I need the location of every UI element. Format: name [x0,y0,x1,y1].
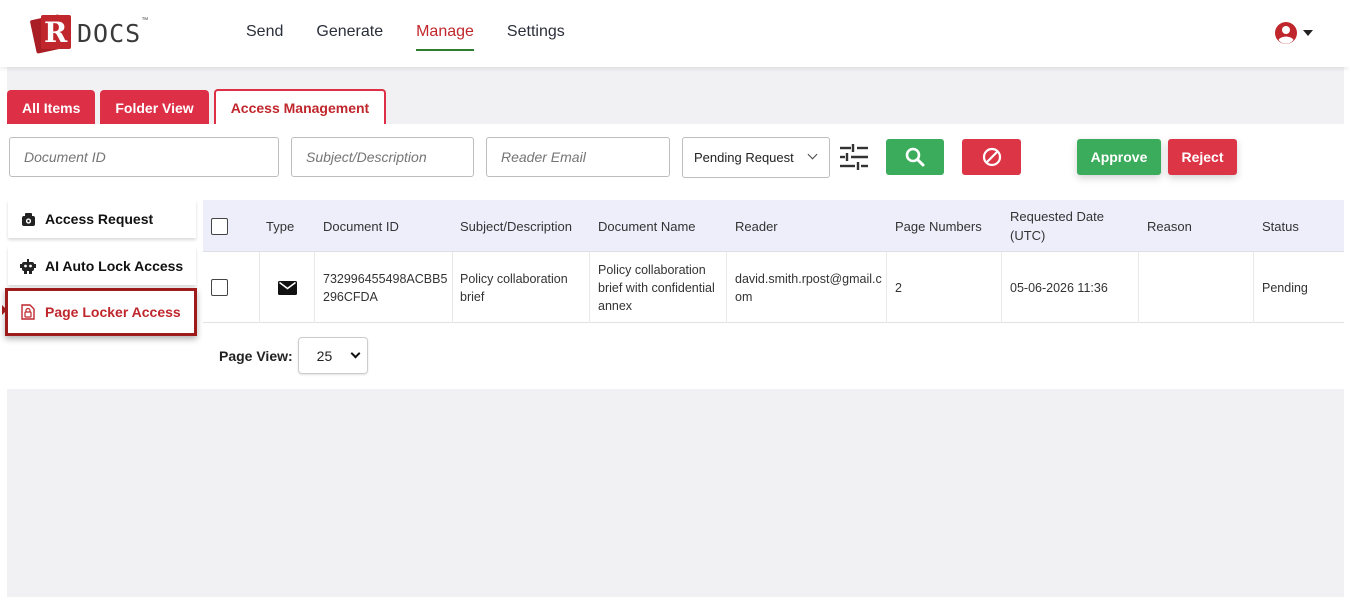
search-icon [905,147,925,167]
sidebar-item-label: Access Request [45,211,154,227]
row-checkbox[interactable] [211,279,228,296]
sidebar-item-page-locker[interactable]: Page Locker Access [5,288,197,336]
logo-text: DOCS [77,18,142,48]
subject-input[interactable] [291,137,474,177]
row-subject-cell: Policy collaboration brief [453,252,590,323]
main-nav: Send Generate Manage Settings [246,22,598,51]
filter-sliders-icon[interactable] [839,143,869,171]
document-id-input[interactable] [9,137,279,177]
lock-camera-icon [20,211,36,227]
reject-button[interactable]: Reject [1168,139,1237,175]
filter-toolbar: Pending Request Approve Reject [7,124,1344,200]
logo-trademark: ™ [141,17,149,24]
status-select[interactable]: Pending Request [682,137,830,178]
column-header-requested-date[interactable]: Requested Date (UTC) [1010,200,1104,252]
chevron-down-icon [807,149,818,160]
column-header-document-name[interactable]: Document Name [598,200,696,252]
rdocs-logo[interactable]: R DOCS ™ [29,14,149,54]
sidebar-item-label: AI Auto Lock Access [45,258,184,274]
page-size-value: 25 [316,347,333,364]
status-select-value: Pending Request [694,150,794,165]
page-size-select[interactable]: 25 [297,337,368,374]
nav-send[interactable]: Send [246,22,283,51]
column-header-reader[interactable]: Reader [735,200,778,252]
tab-all-items[interactable]: All Items [7,90,96,125]
nav-settings[interactable]: Settings [507,22,565,51]
approve-button[interactable]: Approve [1077,139,1161,175]
page-lock-icon [20,304,36,320]
table-row[interactable]: 732996455498ACBB5 296CFDA Policy collabo… [203,252,1344,323]
page-view-label: Page View: [219,347,293,364]
top-header: R DOCS ™ Send Generate Manage Settings [0,0,1349,67]
column-header-requested-date-line1: Requested Date [1010,209,1104,224]
row-status-cell: Pending [1262,280,1308,295]
robot-lock-icon [20,258,36,274]
active-indicator-arrow [2,305,7,315]
chevron-down-icon [350,348,361,359]
document-id-line: 296CFDA [323,289,378,304]
column-header-page-numbers[interactable]: Page Numbers [895,200,982,252]
requests-panel: Type Document ID Subject/Description Doc… [203,200,1344,389]
nav-manage[interactable]: Manage [416,22,474,51]
clear-filters-button[interactable] [962,139,1021,175]
column-header-reason[interactable]: Reason [1147,200,1192,252]
search-button[interactable] [886,139,944,175]
nav-generate[interactable]: Generate [316,22,383,51]
document-name-line: Policy collaboration [598,262,706,277]
select-all-checkbox-cell [211,200,228,252]
column-header-status[interactable]: Status [1262,200,1299,252]
document-name-line: annex [598,298,633,313]
row-document-name-cell: Policy collaboration brief with confiden… [590,252,727,323]
tab-access-management[interactable]: Access Management [213,89,387,125]
column-header-requested-date-line2: (UTC) [1010,228,1046,243]
subject-line: brief [460,289,485,304]
column-header-type[interactable]: Type [266,200,294,252]
select-all-checkbox[interactable] [211,217,228,235]
row-requested-date-cell: 05-06-2026 11:36 [1002,252,1139,323]
column-header-document-id[interactable]: Document ID [323,200,399,252]
tab-folder-view[interactable]: Folder View [100,90,209,125]
subject-line: Policy collaboration [460,271,568,286]
row-document-id-cell: 732996455498ACBB5 296CFDA [315,252,453,323]
access-sidebar: Access Request AI Auto Lock Access Page … [5,200,203,389]
envelope-icon [277,280,297,295]
document-name-line: brief with confidential [598,280,715,295]
logo-mark: R [29,14,75,54]
column-header-subject[interactable]: Subject/Description [460,200,572,252]
row-page-numbers-cell: 2 [887,252,1002,323]
reader-email-input[interactable] [486,137,670,177]
reader-line: om [735,289,753,304]
sidebar-item-access-request[interactable]: Access Request [8,200,196,238]
sidebar-item-label: Page Locker Access [45,304,181,320]
pagination: Page View: 25 [219,337,368,374]
sidebar-item-ai-auto-lock[interactable]: AI Auto Lock Access [8,247,196,285]
ban-icon [982,147,1001,167]
document-id-line: 732996455498ACBB5 [323,271,448,286]
view-tabs: All Items Folder View Access Management [7,89,391,125]
user-circle-icon [1275,22,1297,44]
user-menu[interactable] [1274,21,1313,45]
row-type-cell [260,252,315,323]
row-checkbox-cell [203,252,260,323]
row-reader-cell: david.smith.rpost@gmail.c om [727,252,887,323]
chevron-down-icon [1303,30,1313,36]
row-reason-cell [1139,252,1254,323]
reader-line: david.smith.rpost@gmail.c [735,271,882,286]
table-header: Type Document ID Subject/Description Doc… [203,200,1344,252]
